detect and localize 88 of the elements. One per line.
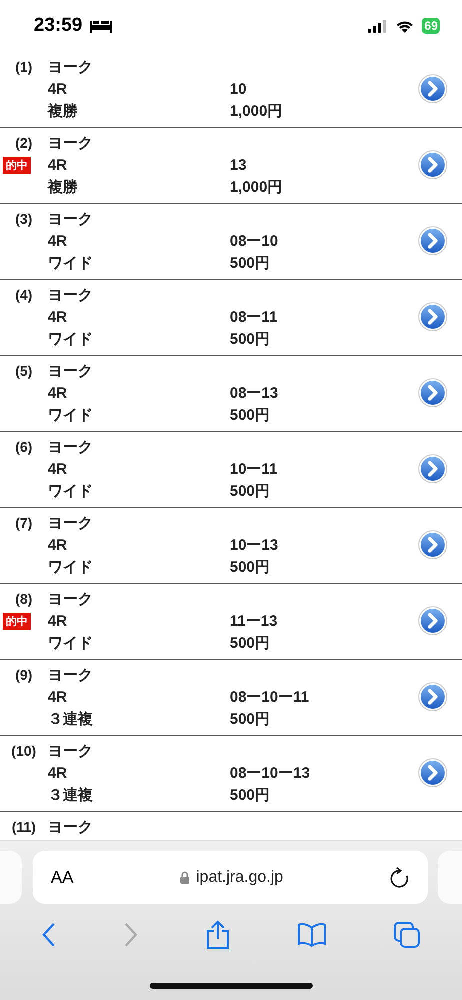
bet-type: ワイド — [48, 406, 94, 424]
book-icon[interactable] — [297, 923, 327, 947]
chevron-button-icon[interactable] — [418, 226, 448, 256]
bet-type: 複勝 — [48, 178, 79, 196]
bet-type: ワイド — [48, 330, 94, 348]
chevron-button-icon[interactable] — [418, 302, 448, 332]
venue-name: ヨーク — [48, 438, 94, 456]
bet-number: (4) — [15, 287, 33, 303]
bet-amount: 500円 — [230, 786, 272, 804]
venue-name: ヨーク — [48, 742, 94, 760]
bet-number: (8) — [15, 591, 33, 607]
address-bar[interactable]: AA ipat.jra.go.jp — [33, 851, 428, 904]
bet-amount: 1,000円 — [230, 178, 284, 196]
bet-selection: 11ー13 — [230, 612, 279, 630]
venue-name: ヨーク — [48, 58, 94, 76]
bet-type: ３連複 — [48, 786, 94, 804]
chevron-button-icon[interactable] — [418, 150, 448, 180]
race-number: 4R — [48, 612, 68, 630]
bet-selection: 10ー13 — [230, 536, 280, 554]
bet-type: ワイド — [48, 482, 94, 500]
bet-selection: 08ー10ー11 — [230, 688, 310, 706]
race-number: 4R — [48, 384, 68, 402]
venue-name: ヨーク — [48, 134, 94, 152]
bet-number: (6) — [15, 439, 33, 455]
bet-selection: 10 — [230, 80, 248, 98]
race-number: 4R — [48, 688, 68, 706]
chevron-button-icon[interactable] — [418, 378, 448, 408]
venue-name: ヨーク — [48, 514, 94, 532]
bet-number: (2) — [15, 135, 33, 151]
hit-badge: 的中 — [3, 156, 31, 174]
bet-number: (1) — [15, 59, 33, 75]
battery-level: 69 — [422, 18, 440, 34]
bet-selection: 10ー11 — [230, 460, 279, 478]
bet-selection: 08ー11 — [230, 308, 279, 326]
bet-selection: 13 — [230, 156, 248, 174]
race-number: 4R — [48, 80, 68, 98]
bet-selection: 08ー10 — [230, 232, 280, 250]
bet-type: ３連複 — [48, 710, 94, 728]
race-number: 4R — [48, 764, 68, 782]
text-size-button[interactable]: AA — [51, 868, 74, 888]
venue-name: ヨーク — [48, 666, 94, 684]
chevron-button-icon[interactable] — [418, 74, 448, 104]
race-number: 4R — [48, 460, 68, 478]
bet-number: (11) — [12, 819, 36, 835]
bed-icon — [88, 19, 113, 33]
bet-amount: 1,000円 — [230, 102, 284, 120]
race-number: 4R — [48, 156, 68, 174]
bet-number: (7) — [15, 515, 33, 531]
bet-amount: 500円 — [230, 558, 272, 576]
bet-selection: 08ー10ー13 — [230, 764, 312, 782]
bet-type: ワイド — [48, 558, 94, 576]
race-number: 4R — [48, 232, 68, 250]
url-text: ipat.jra.go.jp — [196, 868, 284, 886]
signal-icon — [368, 20, 388, 32]
bet-amount: 500円 — [230, 254, 272, 272]
share-icon[interactable] — [205, 920, 231, 950]
wifi-icon — [396, 20, 414, 32]
bet-number: (9) — [15, 667, 33, 683]
tabs-icon[interactable] — [393, 921, 421, 949]
lock-icon — [180, 871, 190, 884]
bet-type: ワイド — [48, 254, 94, 272]
clock-time: 23:59 — [34, 15, 83, 37]
bet-type: ワイド — [48, 634, 94, 652]
bet-type: 複勝 — [48, 102, 79, 120]
race-number: 4R — [48, 536, 68, 554]
bet-amount: 500円 — [230, 634, 272, 652]
bet-selection: 08ー13 — [230, 384, 280, 402]
venue-name: ヨーク — [48, 210, 94, 228]
bet-amount: 500円 — [230, 330, 272, 348]
race-number: 4R — [48, 308, 68, 326]
hit-badge: 的中 — [3, 612, 31, 630]
chevron-button-icon[interactable] — [418, 758, 448, 788]
venue-name: ヨーク — [48, 590, 94, 608]
chevron-button-icon[interactable] — [418, 530, 448, 560]
back-icon[interactable] — [41, 922, 57, 948]
bet-amount: 500円 — [230, 406, 272, 424]
chevron-button-icon[interactable] — [418, 606, 448, 636]
bet-number: (3) — [15, 211, 33, 227]
bet-number: (5) — [15, 363, 33, 379]
bet-amount: 500円 — [230, 482, 272, 500]
venue-name: ヨーク — [48, 818, 94, 836]
bet-amount: 500円 — [230, 710, 272, 728]
venue-name: ヨーク — [48, 362, 94, 380]
venue-name: ヨーク — [48, 286, 94, 304]
bet-number: (10) — [12, 743, 36, 759]
reload-icon[interactable] — [390, 866, 410, 888]
chevron-button-icon[interactable] — [418, 682, 448, 712]
chevron-button-icon[interactable] — [418, 454, 448, 484]
